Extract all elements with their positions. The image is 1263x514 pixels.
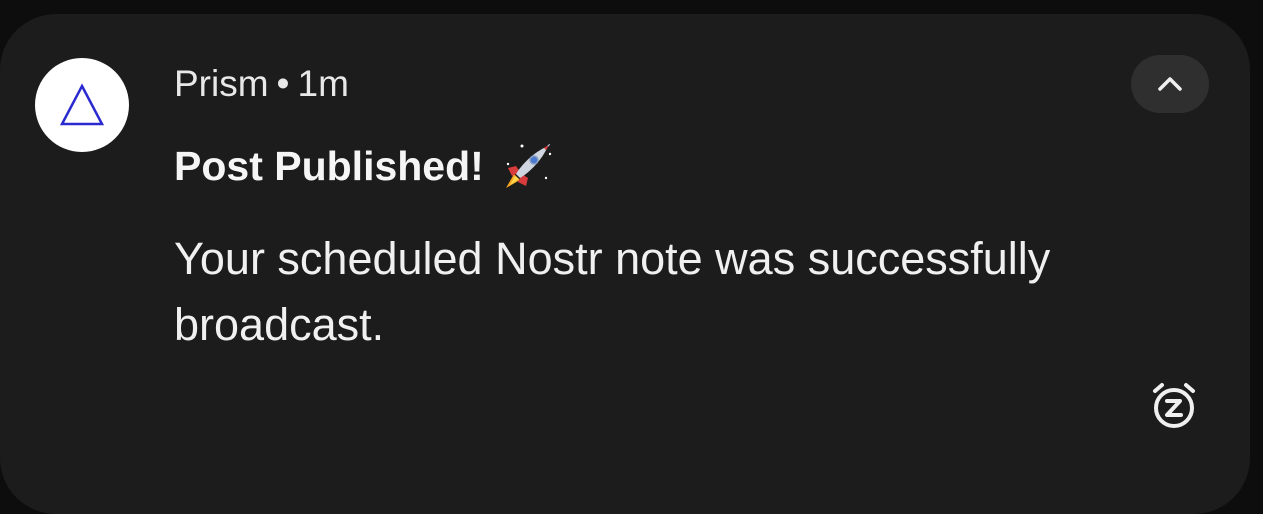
collapse-button[interactable] <box>1131 55 1209 113</box>
notification-title-row: Post Published! <box>174 138 556 194</box>
timestamp: 1m <box>297 63 349 104</box>
notification-body: Your scheduled Nostr note was successful… <box>174 233 1051 350</box>
rocket-emoji-icon <box>500 138 556 194</box>
snooze-button[interactable] <box>1145 376 1203 434</box>
notification-header: Prism • 1m <box>174 64 349 104</box>
app-name: Prism <box>174 63 269 104</box>
notification-title: Post Published! <box>174 143 484 189</box>
chevron-up-icon <box>1158 77 1182 91</box>
app-avatar <box>35 58 129 152</box>
snooze-icon <box>1153 383 1195 428</box>
header-separator: • <box>276 63 290 104</box>
notification-card[interactable]: Prism • 1m Post Published! Your schedule… <box>0 14 1250 514</box>
triangle-icon <box>59 83 105 126</box>
